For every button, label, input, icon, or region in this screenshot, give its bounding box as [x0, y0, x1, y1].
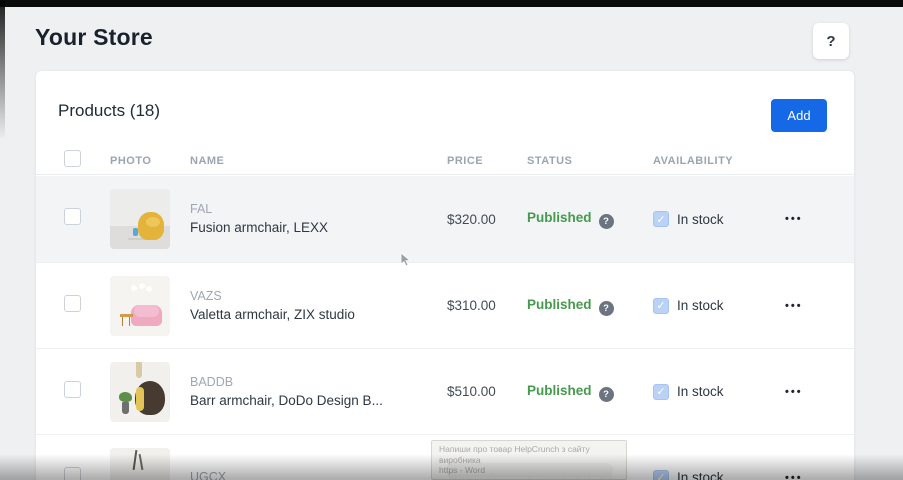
column-header-availability[interactable]: AVAILABILITY [653, 155, 783, 167]
row-checkbox[interactable] [64, 208, 81, 225]
table-header-row: PHOTO NAME PRICE STATUS AVAILABILITY [36, 147, 854, 175]
products-card-title: Products (18) [58, 101, 160, 121]
row-actions-button[interactable]: ••• [783, 300, 854, 312]
product-photo-brown-armchair [110, 362, 170, 422]
row-actions-button[interactable]: ••• [783, 386, 854, 398]
check-icon: ✓ [656, 385, 665, 398]
row-actions-button[interactable]: ••• [783, 472, 854, 480]
column-header-status[interactable]: STATUS [527, 155, 653, 167]
mouse-cursor [400, 252, 412, 268]
status-info-icon[interactable]: ? [599, 214, 614, 229]
in-stock-checkbox[interactable]: ✓ [653, 298, 669, 314]
product-price: $510.00 [447, 384, 527, 399]
check-icon: ✓ [656, 471, 665, 480]
product-name: Fusion armchair, LEXX [190, 218, 447, 237]
column-header-photo[interactable]: PHOTO [110, 155, 190, 167]
availability-label: In stock [677, 212, 724, 227]
row-actions-button[interactable]: ••• [783, 213, 854, 225]
status-published: Published [527, 210, 592, 225]
product-price: $320.00 [447, 212, 527, 227]
availability-label: In stock [677, 298, 724, 313]
product-sku: UGCX [190, 469, 447, 480]
tooltip-line2: https - Word [439, 465, 619, 476]
in-stock-checkbox[interactable]: ✓ [653, 384, 669, 400]
status-published: Published [527, 297, 592, 312]
help-button[interactable]: ? [813, 23, 849, 59]
product-price: $310.00 [447, 298, 527, 313]
product-photo-yellow-armchair [110, 189, 170, 249]
product-name: Valetta armchair, ZIX studio [190, 305, 447, 324]
status-published: Published [527, 383, 592, 398]
status-info-icon[interactable]: ? [599, 301, 614, 316]
add-product-button[interactable]: Add [771, 99, 827, 132]
table-row-baddb[interactable]: BADDB Barr armchair, DoDo Design B... $5… [36, 348, 854, 434]
product-sku: VAZS [190, 288, 447, 305]
product-name: Barr armchair, DoDo Design B... [190, 391, 447, 410]
taskbar-tooltip: Напиши про товар HelpCrunch з сайту виро… [431, 440, 627, 480]
table-row-fal[interactable]: FAL Fusion armchair, LEXX $320.00 Publis… [36, 176, 854, 262]
products-card: Products (18) Add PHOTO NAME PRICE STATU… [35, 70, 855, 480]
product-photo-plant [110, 448, 170, 480]
page-title: Your Store [35, 24, 153, 51]
video-letterbox-left [0, 0, 5, 140]
row-checkbox[interactable] [64, 381, 81, 398]
column-header-price[interactable]: PRICE [447, 155, 527, 167]
video-letterbox-top [0, 0, 903, 7]
availability-label: In stock [677, 470, 724, 480]
tooltip-line1: Напиши про товар HelpCrunch з сайту виро… [439, 444, 619, 465]
in-stock-checkbox[interactable]: ✓ [653, 470, 669, 480]
product-sku: BADDB [190, 374, 447, 391]
row-checkbox[interactable] [64, 295, 81, 312]
check-icon: ✓ [656, 213, 665, 226]
availability-label: In stock [677, 384, 724, 399]
column-header-name[interactable]: NAME [190, 155, 447, 167]
check-icon: ✓ [656, 299, 665, 312]
row-checkbox[interactable] [64, 467, 81, 480]
table-body: FAL Fusion armchair, LEXX $320.00 Publis… [36, 176, 854, 480]
question-mark-icon: ? [826, 33, 835, 50]
product-sku: FAL [190, 201, 447, 218]
select-all-checkbox[interactable] [64, 150, 81, 167]
status-info-icon[interactable]: ? [599, 387, 614, 402]
product-photo-pink-armchair [110, 276, 170, 336]
table-row-vazs[interactable]: VAZS Valetta armchair, ZIX studio $310.0… [36, 262, 854, 348]
in-stock-checkbox[interactable]: ✓ [653, 211, 669, 227]
